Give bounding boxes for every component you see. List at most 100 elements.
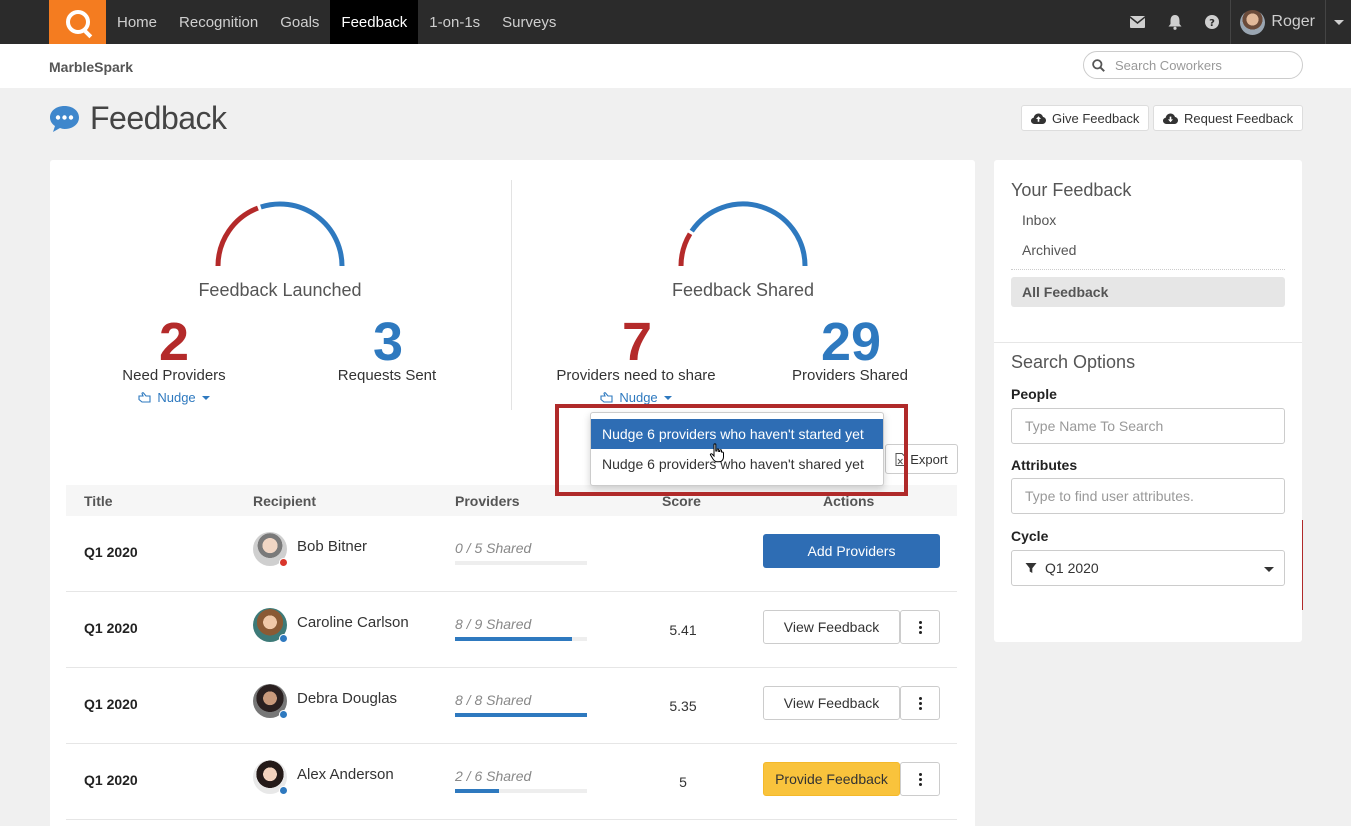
chevron-down-icon — [663, 395, 672, 400]
top-nav: Home Recognition Goals Feedback 1-on-1s … — [0, 0, 1351, 44]
providers-progress-text: 8 / 9 Shared — [455, 616, 532, 632]
sidebar-item-all-feedback[interactable]: All Feedback — [1011, 277, 1285, 307]
view-feedback-button[interactable]: View Feedback — [763, 686, 900, 720]
providers-progress-text: 0 / 5 Shared — [455, 540, 532, 556]
sidebar-item-inbox[interactable]: Inbox — [1022, 212, 1056, 228]
app-logo[interactable] — [49, 0, 106, 44]
status-dot — [279, 786, 288, 795]
nav-1on1s[interactable]: 1-on-1s — [418, 0, 491, 44]
mail-icon[interactable] — [1119, 0, 1156, 44]
recipient-name[interactable]: Caroline Carlson — [297, 614, 409, 631]
people-label: People — [1011, 386, 1057, 402]
col-recipient[interactable]: Recipient — [253, 493, 316, 509]
cycle-select[interactable]: Q1 2020 — [1011, 550, 1285, 586]
nav-recognition[interactable]: Recognition — [168, 0, 269, 44]
col-title[interactable]: Title — [84, 493, 113, 509]
nudge-need-to-share-button[interactable]: Nudge — [576, 390, 696, 405]
shared-gauge-blue-arc — [689, 201, 808, 267]
company-name: MarbleSpark — [49, 59, 134, 75]
user-menu[interactable]: Roger — [1230, 0, 1325, 44]
launched-title: Feedback Launched — [198, 280, 362, 300]
request-feedback-button[interactable]: Request Feedback — [1153, 105, 1304, 131]
col-providers[interactable]: Providers — [455, 493, 520, 509]
providers-shared-label: Providers Shared — [792, 367, 908, 384]
avatar[interactable] — [253, 684, 288, 719]
sub-header: MarbleSpark — [0, 44, 1351, 88]
need-providers-count: 2 — [158, 312, 190, 372]
add-providers-button[interactable]: Add Providers — [763, 534, 940, 568]
cloud-download-icon — [1163, 113, 1178, 124]
nudge-need-providers-button[interactable]: Nudge — [114, 390, 234, 405]
more-actions-button[interactable] — [900, 610, 940, 644]
user-dropdown-toggle[interactable] — [1325, 0, 1351, 44]
help-icon[interactable]: ? — [1193, 0, 1230, 44]
requests-sent-label: Requests Sent — [337, 367, 437, 384]
chat-bubble-icon — [50, 105, 79, 132]
page-title: Feedback — [90, 100, 227, 136]
filter-icon — [1025, 563, 1037, 573]
bell-icon[interactable] — [1156, 0, 1193, 44]
nudge-label: Nudge — [157, 390, 196, 405]
hand-point-icon — [600, 392, 613, 403]
score: 5.35 — [669, 698, 697, 714]
avatar — [1240, 9, 1266, 35]
sidebar: Your Feedback Inbox Archived All Feedbac… — [994, 160, 1302, 642]
more-actions-button[interactable] — [900, 686, 940, 720]
table-row: Q1 2020 Alex Anderson 2 / 6 Shared 5 Pro… — [66, 744, 957, 820]
people-search-input[interactable] — [1011, 408, 1285, 444]
providers-progress-bar — [455, 713, 587, 717]
recipient-name[interactable]: Bob Bitner — [297, 538, 367, 555]
avatar[interactable] — [253, 608, 288, 643]
row-title: Q1 2020 — [84, 772, 138, 788]
avatar[interactable] — [253, 532, 288, 567]
avatar[interactable] — [253, 760, 288, 795]
need-providers-label: Need Providers — [122, 367, 226, 384]
score: 5 — [679, 774, 687, 790]
row-title: Q1 2020 — [84, 544, 138, 560]
nudge-label: Nudge — [619, 390, 658, 405]
table-row: Q1 2020 Caroline Carlson 8 / 9 Shared 5.… — [66, 592, 957, 668]
attributes-search-input[interactable] — [1011, 478, 1285, 514]
recipient-name[interactable]: Alex Anderson — [297, 766, 394, 783]
svg-text:?: ? — [1209, 18, 1215, 29]
give-feedback-button[interactable]: Give Feedback — [1021, 105, 1150, 131]
providers-progress-bar — [455, 561, 587, 565]
nav-home[interactable]: Home — [106, 0, 168, 44]
highlight-box-nudge-menu — [555, 404, 908, 496]
export-label: Export — [910, 451, 948, 467]
user-name: Roger — [1271, 13, 1315, 30]
shared-title: Feedback Shared — [671, 280, 815, 300]
view-feedback-button[interactable]: View Feedback — [763, 610, 900, 644]
chevron-down-icon — [1264, 567, 1274, 572]
stats-divider — [511, 180, 512, 410]
recipient-name[interactable]: Debra Douglas — [297, 690, 397, 707]
status-dot — [279, 634, 288, 643]
need-to-share-count: 7 — [621, 312, 653, 372]
launched-gauge — [215, 201, 345, 267]
row-title: Q1 2020 — [84, 620, 138, 636]
nav-goals[interactable]: Goals — [269, 0, 330, 44]
divider — [1011, 269, 1285, 270]
more-actions-button[interactable] — [900, 762, 940, 796]
nav-feedback[interactable]: Feedback — [330, 0, 419, 44]
providers-progress-text: 2 / 6 Shared — [455, 768, 532, 784]
search-input[interactable] — [1115, 57, 1285, 73]
sidebar-item-archived[interactable]: Archived — [1022, 242, 1076, 258]
logo-icon — [65, 10, 90, 34]
launched-gauge-red-arc — [215, 205, 259, 267]
request-feedback-label: Request Feedback — [1184, 110, 1294, 126]
shared-gauge-red-arc — [678, 232, 693, 267]
status-dot — [279, 710, 288, 719]
launched-gauge-blue-arc — [260, 201, 345, 267]
table-row: Q1 2020 Debra Douglas 8 / 8 Shared 5.35 … — [66, 668, 957, 744]
providers-shared-count: 29 — [820, 312, 882, 372]
attributes-label: Attributes — [1011, 457, 1078, 473]
coworker-search[interactable] — [1083, 51, 1303, 79]
nav-surveys[interactable]: Surveys — [491, 0, 567, 44]
table-row: Q1 2020 Bob Bitner 0 / 5 Shared Add Prov… — [66, 516, 957, 592]
provide-feedback-button[interactable]: Provide Feedback — [763, 762, 900, 796]
providers-progress-text: 8 / 8 Shared — [455, 692, 532, 708]
search-options-title: Search Options — [1011, 352, 1136, 372]
cycle-value: Q1 2020 — [1045, 560, 1099, 576]
give-feedback-label: Give Feedback — [1052, 110, 1140, 126]
